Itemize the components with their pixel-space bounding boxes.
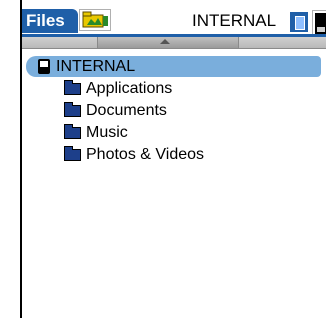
app-title-tab[interactable]: Files — [22, 9, 78, 33]
folder-app-icon-graphic — [82, 11, 108, 28]
folder-label: Documents — [86, 102, 167, 119]
folder-icon — [64, 102, 81, 117]
folder-icon — [64, 124, 81, 139]
memory-card-icon[interactable] — [290, 12, 308, 32]
scroll-up-arrow-icon[interactable] — [160, 39, 170, 44]
tree-root-internal[interactable]: INTERNAL — [26, 56, 321, 77]
app-window: Files INTERNAL INTERNAL Applications Doc… — [20, 0, 326, 318]
folder-app-icon[interactable] — [79, 9, 111, 31]
folder-icon — [64, 146, 81, 161]
folder-label: Music — [86, 124, 128, 141]
folder-label: Applications — [86, 80, 173, 97]
tree-root-label: INTERNAL — [56, 58, 136, 75]
folder-label: Photos & Videos — [86, 146, 205, 163]
volume-title: INTERNAL — [192, 11, 277, 30]
app-title: Files — [26, 11, 65, 30]
device-icon — [38, 59, 50, 74]
folder-icon — [64, 80, 81, 95]
title-bar: Files INTERNAL — [22, 0, 326, 39]
